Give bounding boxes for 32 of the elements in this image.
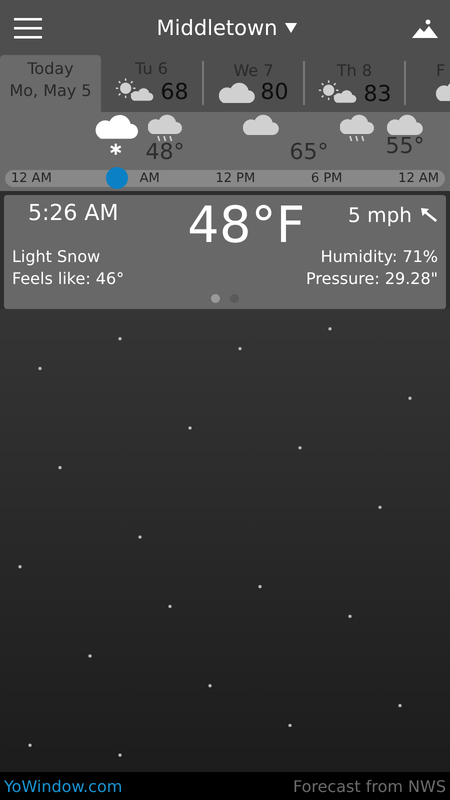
time-label: 12 AM	[11, 171, 52, 186]
condition-text: Light Snow	[12, 247, 102, 266]
time-label: 12 AM	[398, 171, 439, 186]
hour-temperature: 48°	[146, 140, 184, 165]
page-dot[interactable]	[211, 294, 220, 303]
time-label: 6 PM	[310, 171, 342, 186]
snow-cloud-icon	[95, 114, 139, 156]
current-temperature: 48°F	[188, 199, 305, 251]
landscape-icon[interactable]	[412, 18, 438, 38]
humidity-text: Humidity: 71%	[320, 247, 438, 266]
rain-cloud-icon	[340, 114, 374, 142]
hour-temperature: 55°	[386, 134, 424, 159]
day-tab[interactable]: Today Mo, May 5	[0, 55, 101, 112]
cloud-icon	[218, 82, 254, 104]
wind-speed: 5 mph	[348, 203, 412, 227]
timeline-track[interactable]: 12 AM AM 12 PM 6 PM 12 AM	[5, 170, 445, 187]
feels-like-text: Feels like: 46°	[12, 269, 124, 288]
pressure-text: Pressure: 29.28"	[306, 269, 438, 288]
time-label: 12 PM	[215, 171, 256, 186]
hour-temperature: 65°	[290, 140, 328, 165]
wind-arrow-icon	[420, 207, 438, 223]
caret-icon[interactable]	[285, 22, 298, 32]
cloud-icon	[243, 114, 279, 136]
time-label: AM	[140, 171, 160, 186]
timeline-thumb[interactable]	[106, 167, 128, 189]
website-link[interactable]: YoWindow.com	[4, 776, 122, 796]
forecast-source: Forecast from NWS	[292, 776, 446, 796]
location-title[interactable]: Middletown	[156, 16, 278, 40]
current-time: 5:26 AM	[27, 201, 118, 226]
menu-icon[interactable]	[14, 16, 42, 38]
rain-cloud-icon	[148, 114, 182, 142]
cloud-icon	[387, 114, 423, 136]
